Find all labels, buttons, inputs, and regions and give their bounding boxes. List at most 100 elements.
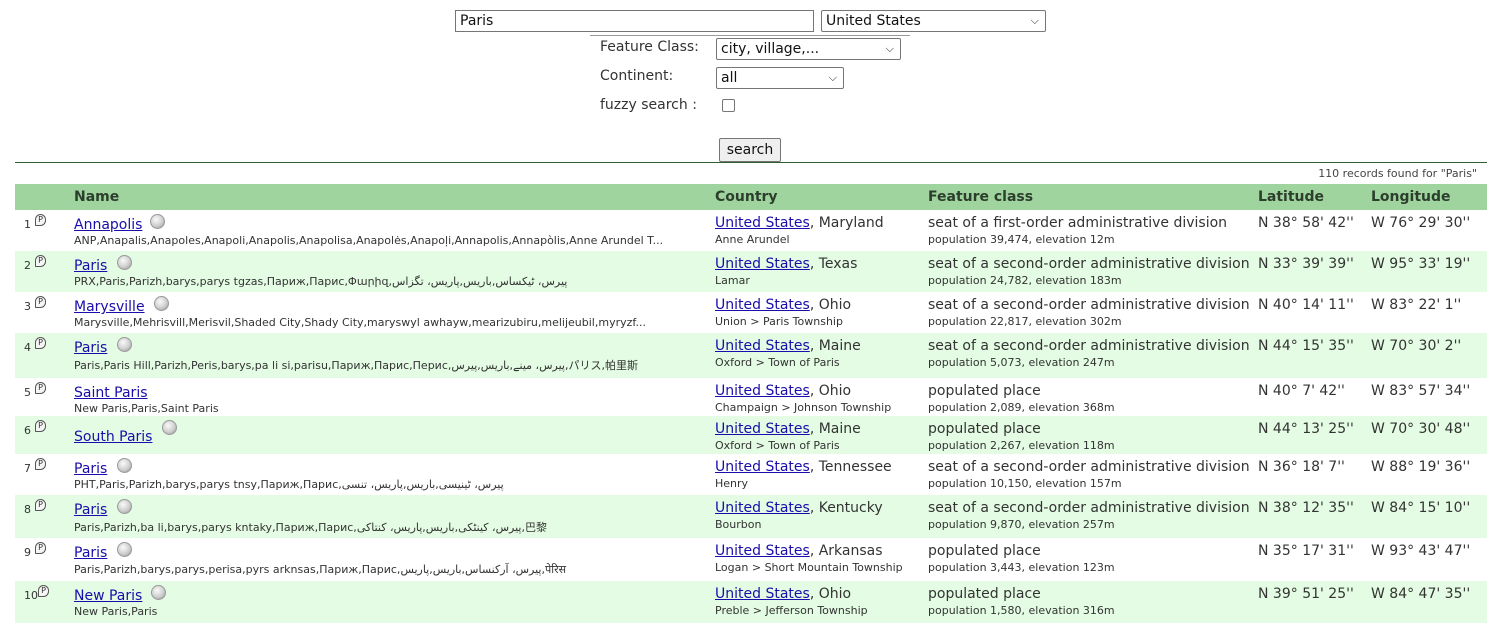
placemark-icon[interactable]: P <box>35 214 46 226</box>
alternate-names: Paris,Parizh,barys,parys,perisa,pyrs ark… <box>74 563 567 576</box>
latitude: N 44° 15' 35'' <box>1258 338 1354 354</box>
placemark-icon[interactable]: P <box>35 296 46 308</box>
feature-class-value: city, village,... <box>721 41 820 57</box>
place-name-link[interactable]: Paris <box>74 502 107 518</box>
latitude: N 38° 12' 35'' <box>1258 500 1354 516</box>
row-number: 7 <box>24 462 31 475</box>
table-row: 3 P Marysville Marysville,Mehrisvill,Merisv… <box>15 292 1487 333</box>
placemark-icon[interactable]: P <box>38 585 49 597</box>
fuzzy-search-checkbox[interactable] <box>722 99 735 112</box>
state-name: , Maine <box>809 338 861 354</box>
search-button[interactable]: search <box>719 138 781 162</box>
place-name-link[interactable]: Annapolis <box>74 217 142 233</box>
country-link[interactable]: United States <box>715 215 810 231</box>
wikipedia-globe-icon[interactable] <box>151 585 166 600</box>
population-elevation: population 2,267, elevation 118m <box>928 439 1115 452</box>
population-elevation: population 24,782, elevation 183m <box>928 274 1122 287</box>
state-name: , Ohio <box>809 383 852 399</box>
longitude: W 88° 19' 36'' <box>1371 459 1471 475</box>
country-cell: United States, Ohio <box>715 586 851 602</box>
wikipedia-globe-icon[interactable] <box>162 420 177 435</box>
population-elevation: population 3,443, elevation 123m <box>928 561 1115 574</box>
population-elevation: population 2,089, elevation 368m <box>928 401 1115 414</box>
table-row: 4 P Paris Paris,Paris Hill,Parizh,Peris,bar… <box>15 333 1487 378</box>
feature-class: populated place <box>928 421 1041 437</box>
admin-division: Preble > Jefferson Township <box>715 604 868 617</box>
latitude: N 38° 58' 42'' <box>1258 215 1354 231</box>
continent-select[interactable]: all ⌵ <box>716 67 844 89</box>
row-number: 10 <box>24 589 38 602</box>
alternate-names: PRX,Paris,Parizh,barys,parys tgzas,Париж… <box>74 275 568 288</box>
latitude: N 33° 39' 39'' <box>1258 256 1354 272</box>
alternate-names: ANP,Anapalis,Anapoles,Anapoli,Anapolis,A… <box>74 234 664 247</box>
wikipedia-globe-icon[interactable] <box>154 296 169 311</box>
alternate-names: New Paris,Paris <box>74 605 158 618</box>
feature-class: seat of a second-order administrative di… <box>928 297 1250 313</box>
chevron-down-icon: ⌵ <box>1030 14 1039 27</box>
population-elevation: population 9,870, elevation 257m <box>928 518 1115 531</box>
place-name-link[interactable]: Marysville <box>74 299 145 315</box>
alternate-names: PHT,Paris,Parizh,barys,parys tnsy,Париж,… <box>74 478 504 491</box>
place-name-link[interactable]: Paris <box>74 340 107 356</box>
row-number: 9 <box>24 546 31 559</box>
longitude: W 76° 29' 30'' <box>1371 215 1471 231</box>
feature-class: seat of a second-order administrative di… <box>928 500 1250 516</box>
state-name: , Texas <box>809 256 858 272</box>
wikipedia-globe-icon[interactable] <box>117 542 132 557</box>
country-cell: United States, Arkansas <box>715 543 883 559</box>
place-name-link[interactable]: New Paris <box>74 588 142 604</box>
wikipedia-globe-icon[interactable] <box>117 458 132 473</box>
place-name-link[interactable]: Paris <box>74 258 107 274</box>
feature-class-select[interactable]: city, village,... ⌵ <box>716 38 901 60</box>
population-elevation: population 22,817, elevation 302m <box>928 315 1122 328</box>
search-input[interactable]: Paris <box>455 10 814 32</box>
alternate-names: New Paris,Paris,Saint Paris <box>74 402 219 415</box>
placemark-icon[interactable]: P <box>35 458 46 470</box>
feature-class-label: Feature Class: <box>600 39 699 55</box>
state-name: , Tennessee <box>809 459 892 475</box>
table-row: 1 P Annapolis ANP,Anapalis,Anapoles,Anapoli… <box>15 210 1487 251</box>
country-link[interactable]: United States <box>715 297 810 313</box>
placemark-icon[interactable]: P <box>35 382 46 394</box>
placemark-icon[interactable]: P <box>35 255 46 267</box>
admin-division: Logan > Short Mountain Township <box>715 561 903 574</box>
place-name-link[interactable]: South Paris <box>74 429 152 445</box>
population-elevation: population 10,150, elevation 157m <box>928 477 1122 490</box>
country-link[interactable]: United States <box>715 383 810 399</box>
row-number: 4 <box>24 341 31 354</box>
admin-division: Oxford > Town of Paris <box>715 356 840 369</box>
wikipedia-globe-icon[interactable] <box>150 214 165 229</box>
country-cell: United States, Tennessee <box>715 459 892 475</box>
place-name-link[interactable]: Saint Paris <box>74 385 148 401</box>
wikipedia-globe-icon[interactable] <box>117 255 132 270</box>
placemark-icon[interactable]: P <box>35 337 46 349</box>
place-name-link[interactable]: Paris <box>74 545 107 561</box>
country-link[interactable]: United States <box>715 421 810 437</box>
feature-class: seat of a second-order administrative di… <box>928 459 1250 475</box>
divider <box>590 35 910 36</box>
wikipedia-globe-icon[interactable] <box>117 337 132 352</box>
country-link[interactable]: United States <box>715 459 810 475</box>
country-cell: United States, Maryland <box>715 215 884 231</box>
table-header: Name Country Feature class Latitude Long… <box>15 184 1487 210</box>
placemark-icon[interactable]: P <box>35 499 46 511</box>
country-link[interactable]: United States <box>715 543 810 559</box>
alternate-names: Paris,Parizh,ba li,barys,parys kntaky,Па… <box>74 521 547 534</box>
wikipedia-globe-icon[interactable] <box>117 499 132 514</box>
table-row: 9 P Paris Paris,Parizh,barys,parys,perisa,p… <box>15 538 1487 581</box>
placemark-icon[interactable]: P <box>35 542 46 554</box>
placemark-icon[interactable]: P <box>35 420 46 432</box>
country-link[interactable]: United States <box>715 338 810 354</box>
country-select[interactable]: United States ⌵ <box>821 10 1046 32</box>
country-link[interactable]: United States <box>715 586 810 602</box>
country-cell: United States, Maine <box>715 421 861 437</box>
place-name-link[interactable]: Paris <box>74 461 107 477</box>
state-name: , Arkansas <box>809 543 883 559</box>
country-link[interactable]: United States <box>715 500 810 516</box>
table-row: 2 P Paris PRX,Paris,Parizh,barys,parys tgza… <box>15 251 1487 292</box>
row-number: 1 <box>24 218 31 231</box>
feature-class: populated place <box>928 543 1041 559</box>
table-row: 6 P South Paris United States, Maine Oxford … <box>15 416 1487 454</box>
fuzzy-search-label: fuzzy search : <box>600 97 697 113</box>
country-link[interactable]: United States <box>715 256 810 272</box>
